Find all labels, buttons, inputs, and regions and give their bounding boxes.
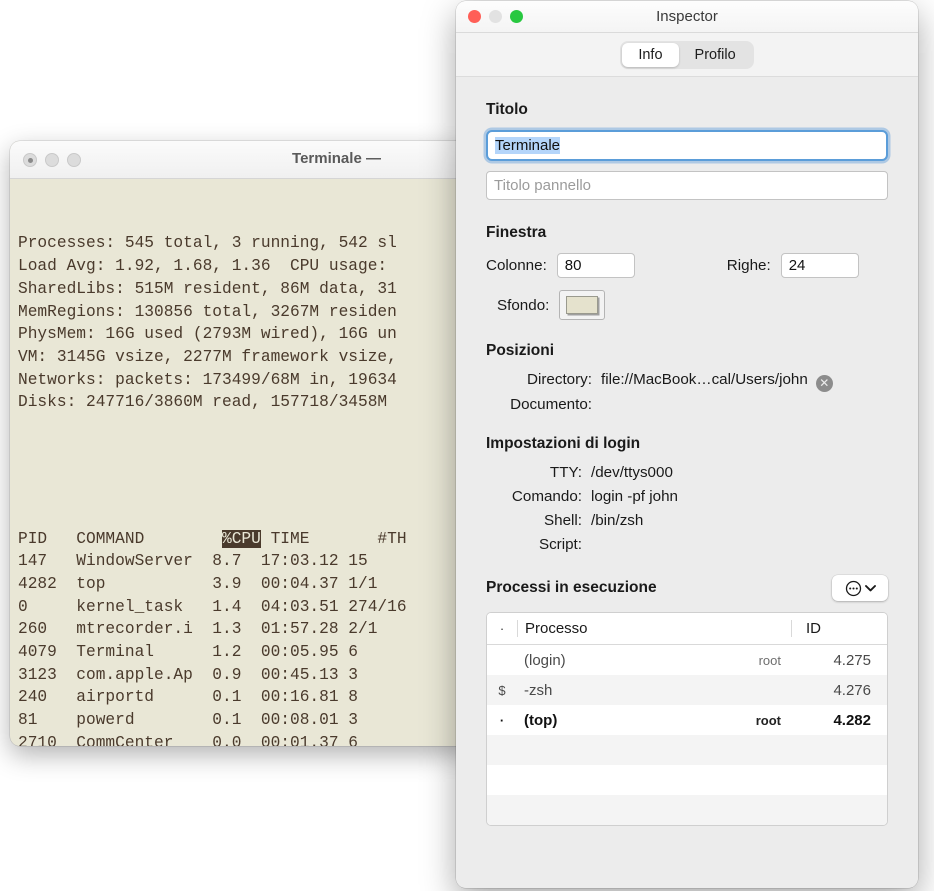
section-title-titolo: Titolo xyxy=(456,101,918,119)
inspector-titlebar[interactable]: Inspector xyxy=(456,1,918,33)
directory-value: file://MacBook…cal/Users/john xyxy=(601,371,808,388)
comando-value: login -pf john xyxy=(591,488,678,505)
documento-label: Documento: xyxy=(486,396,592,413)
tty-value: /dev/ttys000 xyxy=(591,464,673,481)
process-user: root xyxy=(756,713,791,728)
process-id: 4.276 xyxy=(791,682,887,699)
processes-table[interactable]: · Processo ID (login)root4.275$-zsh4.276… xyxy=(486,612,888,826)
inspector-content: Titolo Terminale Titolo pannello Finestr… xyxy=(456,77,918,887)
table-row-empty xyxy=(487,735,887,765)
process-user: root xyxy=(759,653,791,668)
panel-title-input[interactable]: Titolo pannello xyxy=(486,171,888,200)
directory-label: Directory: xyxy=(486,371,592,388)
documento-row: Documento: xyxy=(456,396,918,413)
terminal-window[interactable]: Terminale — Processes: 545 total, 3 runn… xyxy=(10,141,473,746)
script-label: Script: xyxy=(486,536,582,553)
more-circle-icon xyxy=(845,580,862,597)
inspector-window[interactable]: Inspector Info Profilo Titolo Terminale … xyxy=(456,1,918,888)
process-name: (login) xyxy=(517,652,759,669)
process-name: -zsh xyxy=(517,682,781,699)
table-row[interactable]: $-zsh 4.276 xyxy=(487,675,887,705)
section-title-finestra: Finestra xyxy=(456,224,918,242)
terminal-process-row: 4282 top 3.9 00:04.37 1/1 xyxy=(18,573,473,596)
terminal-line: Disks: 247716/3860M read, 157718/3458M xyxy=(18,391,473,414)
tab-bar: Info Profilo xyxy=(456,33,918,77)
tab-info[interactable]: Info xyxy=(622,43,678,67)
row-marker: $ xyxy=(487,683,517,698)
table-row[interactable]: (login)root4.275 xyxy=(487,645,887,675)
directory-row: Directory: file://MacBook…cal/Users/john… xyxy=(456,371,918,389)
window-title: Inspector xyxy=(456,8,918,25)
terminal-line: Processes: 545 total, 3 running, 542 sl xyxy=(18,232,473,255)
column-header-processo[interactable]: Processo xyxy=(517,620,791,637)
shell-row: Shell: /bin/zsh xyxy=(456,512,918,529)
sort-column-header: %CPU xyxy=(222,530,261,548)
clear-icon[interactable]: ✕ xyxy=(816,375,833,392)
terminal-titlebar[interactable]: Terminale — xyxy=(10,141,473,179)
terminal-table-header: PID COMMAND %CPU TIME #TH xyxy=(18,528,473,551)
column-header-id[interactable]: ID xyxy=(791,620,887,637)
section-title-login: Impostazioni di login xyxy=(456,435,918,453)
table-row-empty xyxy=(487,795,887,825)
table-header-row: · Processo ID xyxy=(487,613,887,645)
righe-label: Righe: xyxy=(727,257,771,274)
column-header-marker[interactable]: · xyxy=(487,621,517,636)
terminal-output[interactable]: Processes: 545 total, 3 running, 542 slL… xyxy=(10,179,473,746)
terminal-line: PhysMem: 16G used (2793M wired), 16G un xyxy=(18,323,473,346)
colonne-input[interactable]: 80 xyxy=(557,253,635,278)
comando-row: Comando: login -pf john xyxy=(456,488,918,505)
terminal-process-row: 81 powerd 0.1 00:08.01 3 xyxy=(18,709,473,732)
script-row: Script: xyxy=(456,536,918,553)
terminal-title: Terminale — xyxy=(10,150,473,167)
section-title-posizioni: Posizioni xyxy=(456,342,918,360)
row-marker: · xyxy=(487,713,517,728)
terminal-process-table: PID COMMAND %CPU TIME #TH147 WindowServe… xyxy=(18,528,473,746)
table-body: (login)root4.275$-zsh4.276·(top)root4.28… xyxy=(487,645,887,825)
sfondo-color-well[interactable] xyxy=(559,290,605,320)
process-id: 4.275 xyxy=(791,652,887,669)
window-preview-icon xyxy=(566,296,598,314)
terminal-line: Load Avg: 1.92, 1.68, 1.36 CPU usage: xyxy=(18,255,473,278)
comando-label: Comando: xyxy=(486,488,582,505)
screen: Terminale — Processes: 545 total, 3 runn… xyxy=(0,0,934,891)
processi-header-row: Processi in esecuzione xyxy=(456,575,918,601)
segmented-control[interactable]: Info Profilo xyxy=(620,41,753,69)
terminal-process-row: 3123 com.apple.Ap 0.9 00:45.13 3 xyxy=(18,664,473,687)
colonne-label: Colonne: xyxy=(486,257,547,274)
window-title-value: Terminale xyxy=(495,137,560,154)
terminal-process-row: 2710 CommCenter 0.0 00:01.37 6 xyxy=(18,732,473,746)
shell-label: Shell: xyxy=(486,512,582,529)
sfondo-label: Sfondo: xyxy=(497,297,549,314)
action-popup-button[interactable] xyxy=(832,575,888,601)
terminal-line: SharedLibs: 515M resident, 86M data, 31 xyxy=(18,278,473,301)
terminal-process-row: 147 WindowServer 8.7 17:03.12 15 xyxy=(18,550,473,573)
table-row-empty xyxy=(487,765,887,795)
table-row[interactable]: ·(top)root4.282 xyxy=(487,705,887,735)
terminal-line: Networks: packets: 173499/68M in, 19634 xyxy=(18,369,473,392)
shell-value: /bin/zsh xyxy=(591,512,643,529)
process-name: (top) xyxy=(517,712,756,729)
righe-input[interactable]: 24 xyxy=(781,253,859,278)
terminal-process-row: 260 mtrecorder.i 1.3 01:57.28 2/1 xyxy=(18,618,473,641)
terminal-process-row: 240 airportd 0.1 00:16.81 8 xyxy=(18,686,473,709)
chevron-down-icon xyxy=(865,584,876,592)
section-title-processi: Processi in esecuzione xyxy=(486,579,832,597)
process-id: 4.282 xyxy=(791,712,887,729)
terminal-line: VM: 3145G vsize, 2277M framework vsize, xyxy=(18,346,473,369)
terminal-line: MemRegions: 130856 total, 3267M residen xyxy=(18,301,473,324)
terminal-header-block: Processes: 545 total, 3 running, 542 slL… xyxy=(18,232,473,414)
terminal-process-row: 0 kernel_task 1.4 04:03.51 274/16 xyxy=(18,596,473,619)
tty-label: TTY: xyxy=(486,464,582,481)
tty-row: TTY: /dev/ttys000 xyxy=(456,464,918,481)
window-title-input[interactable]: Terminale xyxy=(486,130,888,161)
tab-profilo[interactable]: Profilo xyxy=(679,43,752,67)
terminal-process-row: 4079 Terminal 1.2 00:05.95 6 xyxy=(18,641,473,664)
